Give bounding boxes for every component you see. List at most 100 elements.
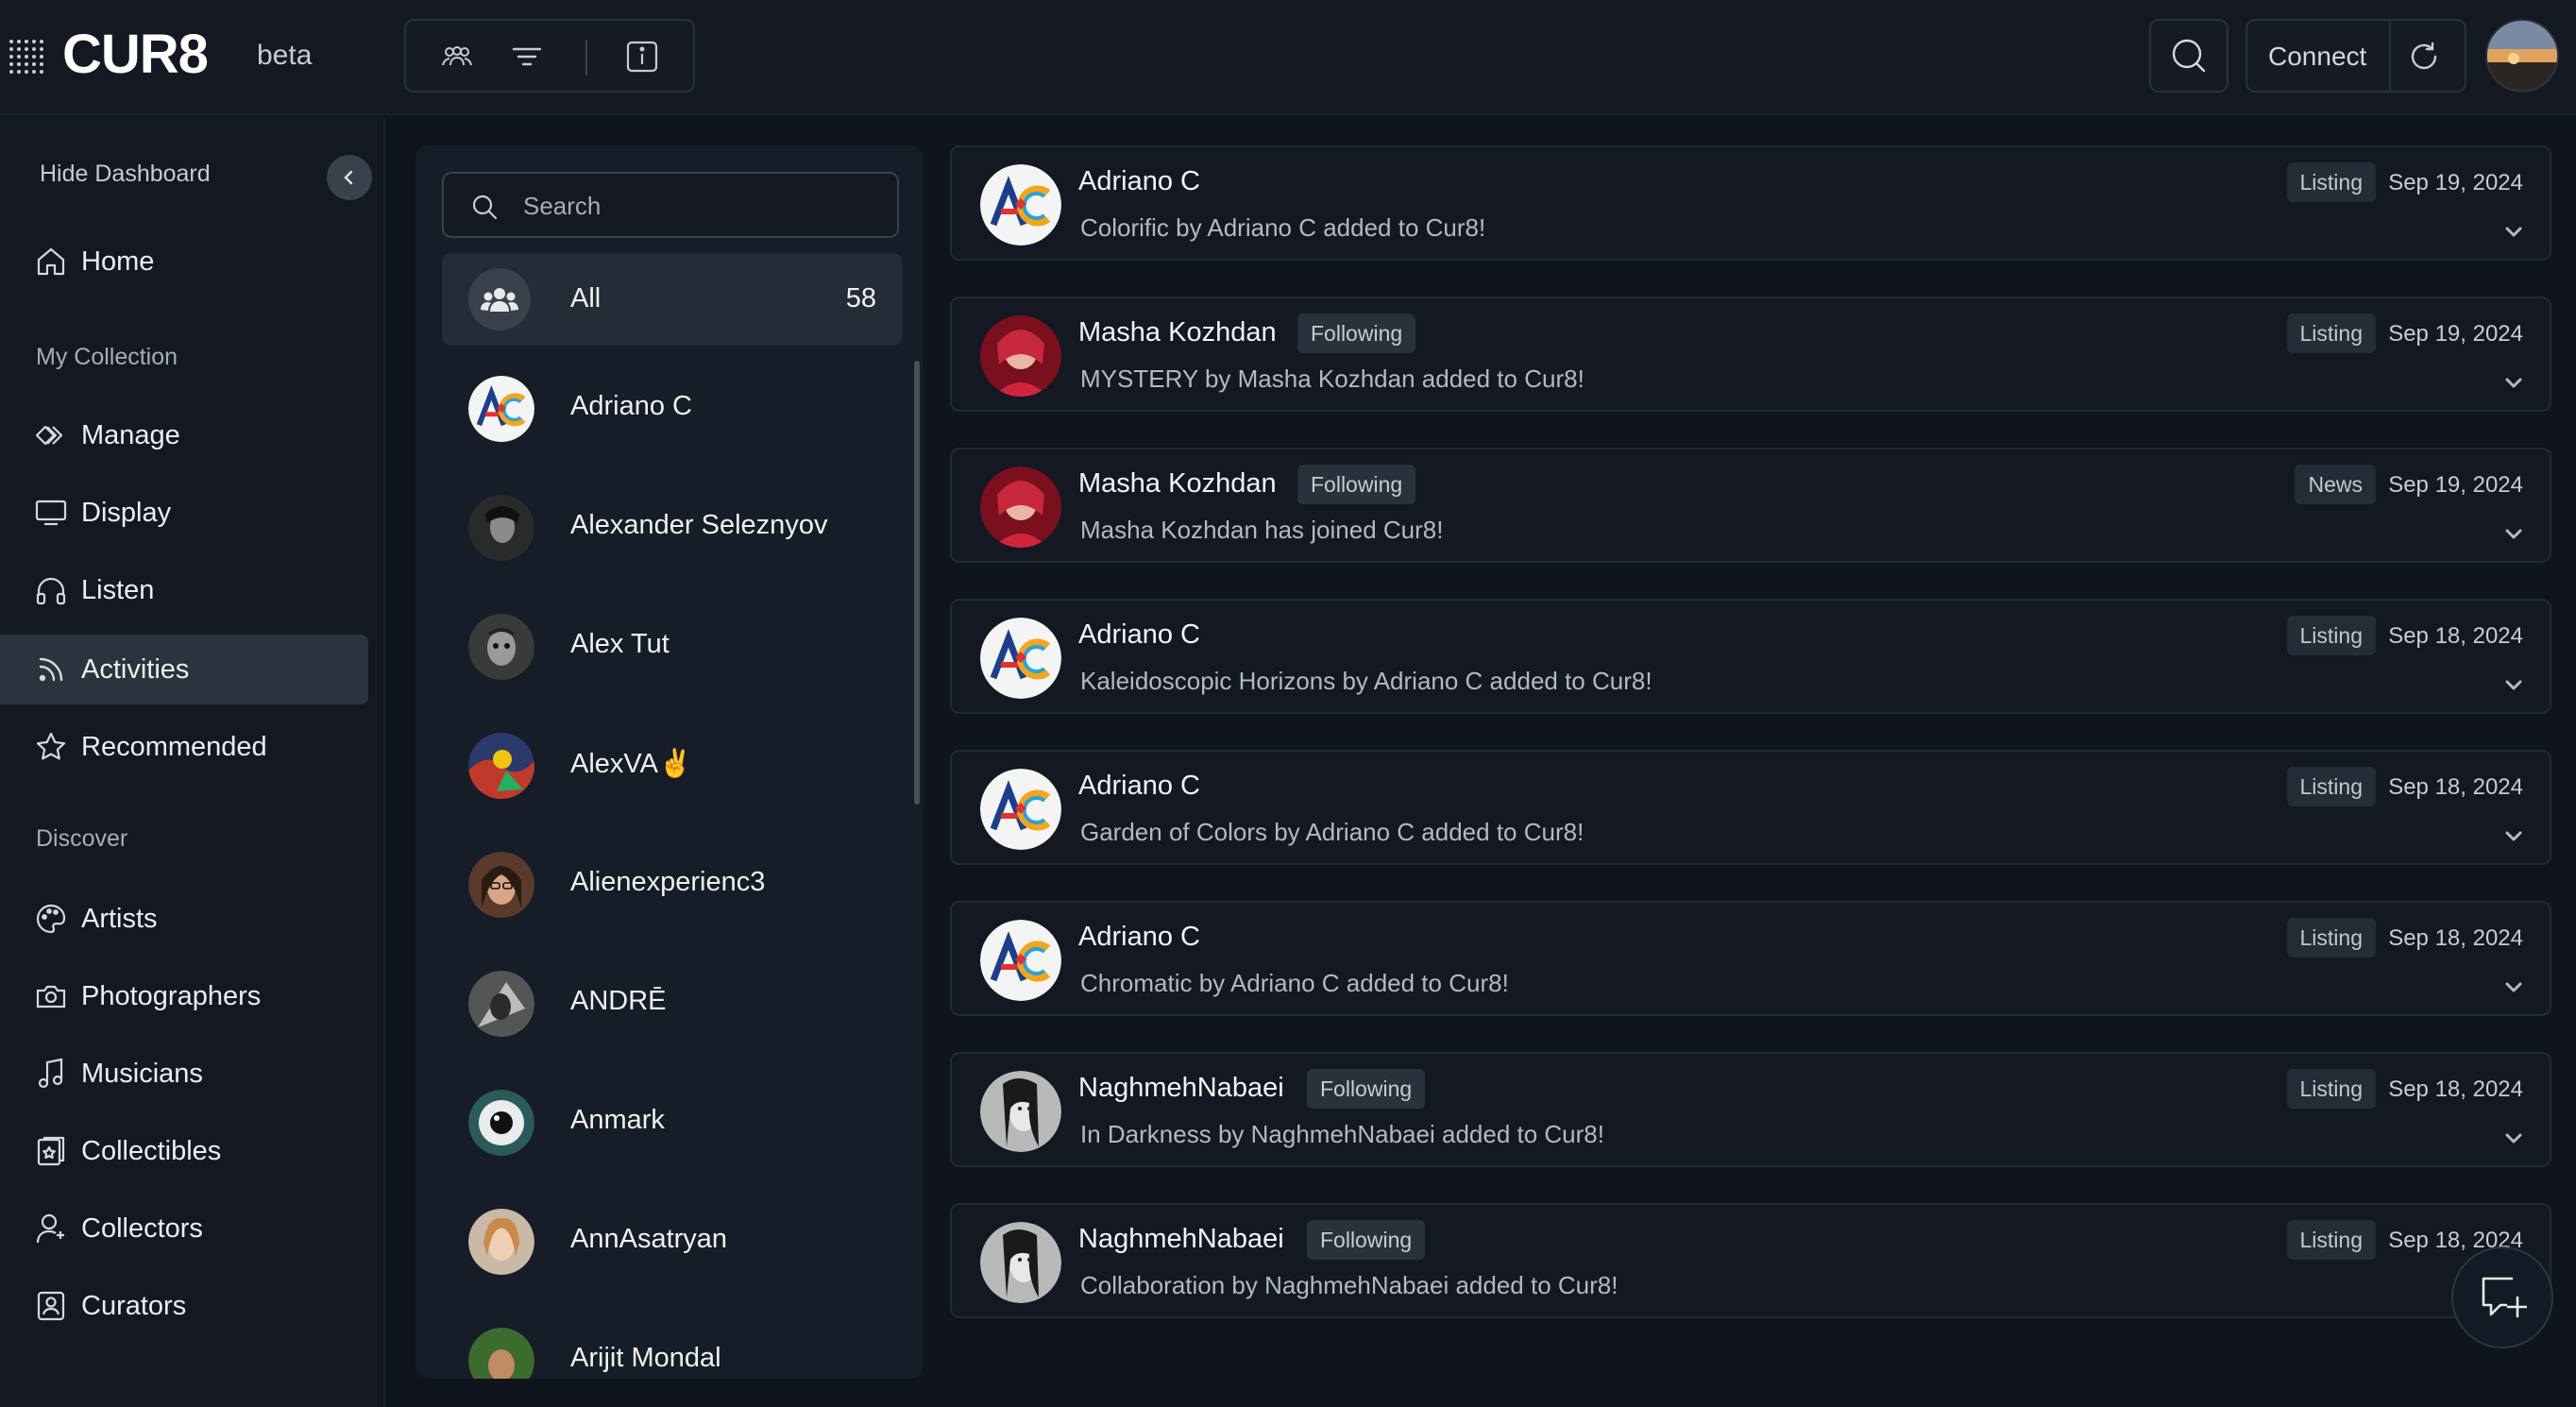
person-list-item[interactable]: AlexVA✌️ [442, 718, 895, 812]
activity-author[interactable]: Masha Kozhdan [1078, 317, 1277, 348]
sidebar-item-photographers[interactable]: Photographers [0, 961, 368, 1031]
activity-avatar[interactable] [980, 1222, 1061, 1303]
refresh-button[interactable] [2400, 34, 2448, 79]
activity-card[interactable]: Masha Kozhdan Following Masha Kozhdan has … [950, 448, 2551, 563]
people-view-button[interactable] [434, 34, 480, 79]
activity-avatar[interactable] [980, 315, 1061, 397]
activity-card[interactable]: NaghmehNabaei Following In Darkness by Nag… [950, 1052, 2551, 1167]
person-name: Anmark [570, 1105, 665, 1135]
sidebar-item-activities[interactable]: Activities [0, 635, 368, 704]
sidebar-item-curators[interactable]: Curators [0, 1271, 368, 1341]
info-button[interactable] [619, 34, 665, 79]
activity-date: Sep 19, 2024 [2388, 472, 2523, 498]
collapse-sidebar-button[interactable] [327, 155, 372, 200]
activity-type-badge: Listing [2286, 162, 2376, 202]
person-name: Alex Tut [570, 629, 669, 659]
activity-date: Sep 18, 2024 [2388, 623, 2523, 649]
activity-author[interactable]: NaghmehNabaei [1078, 1224, 1284, 1255]
activity-text: In Darkness by NaghmehNabaei added to Cu… [1080, 1120, 1604, 1148]
star-icon [34, 730, 68, 764]
sidebar-item-manage[interactable]: Manage [0, 400, 368, 470]
activity-avatar[interactable] [980, 618, 1061, 699]
person-list-item[interactable]: Adriano C [442, 361, 895, 455]
sidebar-item-display[interactable]: Display [0, 478, 368, 548]
logo[interactable]: CUR8 [62, 23, 209, 86]
person-name: AlexVA✌️ [570, 749, 693, 779]
connect-group: Connect [2246, 19, 2466, 93]
activity-card[interactable]: NaghmehNabaei Following Collaboration by N… [950, 1203, 2551, 1318]
people-filter-all[interactable]: All 58 [442, 253, 903, 346]
chevron-down-icon[interactable] [2502, 372, 2525, 395]
new-post-button[interactable] [2451, 1246, 2553, 1348]
sidebar-item-collectibles[interactable]: Collectibles [0, 1116, 368, 1186]
person-avatar [468, 1090, 534, 1156]
activity-card[interactable]: Adriano C Chromatic by Adriano C added to… [950, 901, 2551, 1016]
activity-author[interactable]: Adriano C [1078, 166, 1200, 197]
activity-card[interactable]: Adriano C Kaleidoscopic Horizons by Adria… [950, 599, 2551, 714]
person-list-item[interactable]: Alex Tut [442, 599, 895, 693]
activity-text: Garden of Colors by Adriano C added to C… [1080, 818, 1585, 846]
sidebar-item-home[interactable]: Home [0, 227, 368, 297]
people-search-input[interactable] [523, 187, 882, 225]
person-list-item[interactable]: ANDRĒ [442, 956, 895, 1050]
people-scrollbar[interactable] [914, 361, 920, 805]
chevron-down-icon[interactable] [2502, 825, 2525, 848]
beta-label: beta [257, 40, 313, 71]
activity-card[interactable]: Masha Kozhdan Following MYSTERY by Masha K… [950, 297, 2551, 412]
refresh-icon [2411, 42, 2437, 70]
person-list-item[interactable]: Alexander Seleznyov [442, 480, 895, 574]
person-list-item[interactable]: Anmark [442, 1075, 895, 1169]
sidebar: Hide Dashboard Home My Collection Manage… [0, 117, 385, 1407]
person-list-item[interactable]: Arijit Mondal [442, 1313, 895, 1379]
chevron-down-icon[interactable] [2502, 976, 2525, 999]
activity-author[interactable]: Adriano C [1078, 922, 1200, 953]
user-avatar[interactable] [2485, 19, 2559, 93]
activity-avatar[interactable] [980, 920, 1061, 1001]
sidebar-item-label: Recommended [81, 731, 267, 762]
chevron-down-icon[interactable] [2502, 221, 2525, 244]
sidebar-item-listen[interactable]: Listen [0, 555, 368, 625]
activity-card[interactable]: Adriano C Garden of Colors by Adriano C a… [950, 750, 2551, 865]
activity-avatar[interactable] [980, 466, 1061, 548]
following-badge: Following [1307, 1069, 1426, 1109]
headphones-icon [34, 573, 68, 607]
activity-type-badge: Listing [2286, 314, 2376, 353]
person-list-item[interactable]: Alienexperienc3 [442, 837, 895, 931]
toolbar-divider [585, 40, 587, 76]
activity-type-badge: News [2295, 465, 2376, 504]
home-icon [34, 245, 68, 279]
connect-button[interactable]: Connect [2268, 42, 2366, 72]
chevron-down-icon[interactable] [2502, 674, 2525, 697]
filter-icon [512, 47, 542, 66]
person-name: Adriano C [570, 391, 692, 421]
activity-avatar[interactable] [980, 769, 1061, 850]
chevron-down-icon[interactable] [2502, 1127, 2525, 1150]
activity-avatar[interactable] [980, 164, 1061, 246]
new-message-icon [2482, 1277, 2527, 1318]
activity-author[interactable]: Masha Kozhdan [1078, 468, 1277, 500]
activity-card[interactable]: Adriano C Colorific by Adriano C added to… [950, 145, 2551, 261]
person-list-item[interactable]: AnnAsatryan [442, 1194, 895, 1288]
hide-dashboard-label[interactable]: Hide Dashboard [40, 161, 211, 188]
sidebar-item-collectors[interactable]: Collectors [0, 1194, 368, 1263]
following-badge: Following [1297, 314, 1416, 353]
activity-avatar[interactable] [980, 1071, 1061, 1152]
activity-text: Colorific by Adriano C added to Cur8! [1080, 213, 1486, 242]
sidebar-item-recommended[interactable]: Recommended [0, 712, 368, 782]
sidebar-item-artists[interactable]: Artists [0, 884, 368, 954]
person-name: ANDRĒ [570, 986, 667, 1016]
filter-button[interactable] [504, 34, 550, 79]
person-name: Arijit Mondal [570, 1343, 721, 1373]
sidebar-item-label: Activities [81, 653, 190, 685]
sidebar-item-musicians[interactable]: Musicians [0, 1039, 368, 1109]
activity-text: Kaleidoscopic Horizons by Adriano C adde… [1080, 667, 1652, 695]
chevron-down-icon[interactable] [2502, 523, 2525, 546]
activity-author[interactable]: Adriano C [1078, 619, 1200, 651]
global-search-button[interactable] [2149, 19, 2229, 93]
activity-author[interactable]: Adriano C [1078, 771, 1200, 802]
activity-type-badge: Listing [2286, 1220, 2376, 1260]
activity-author[interactable]: NaghmehNabaei [1078, 1073, 1284, 1104]
person-avatar [468, 1328, 534, 1379]
activity-date: Sep 18, 2024 [2388, 774, 2523, 800]
info-icon [626, 41, 658, 73]
